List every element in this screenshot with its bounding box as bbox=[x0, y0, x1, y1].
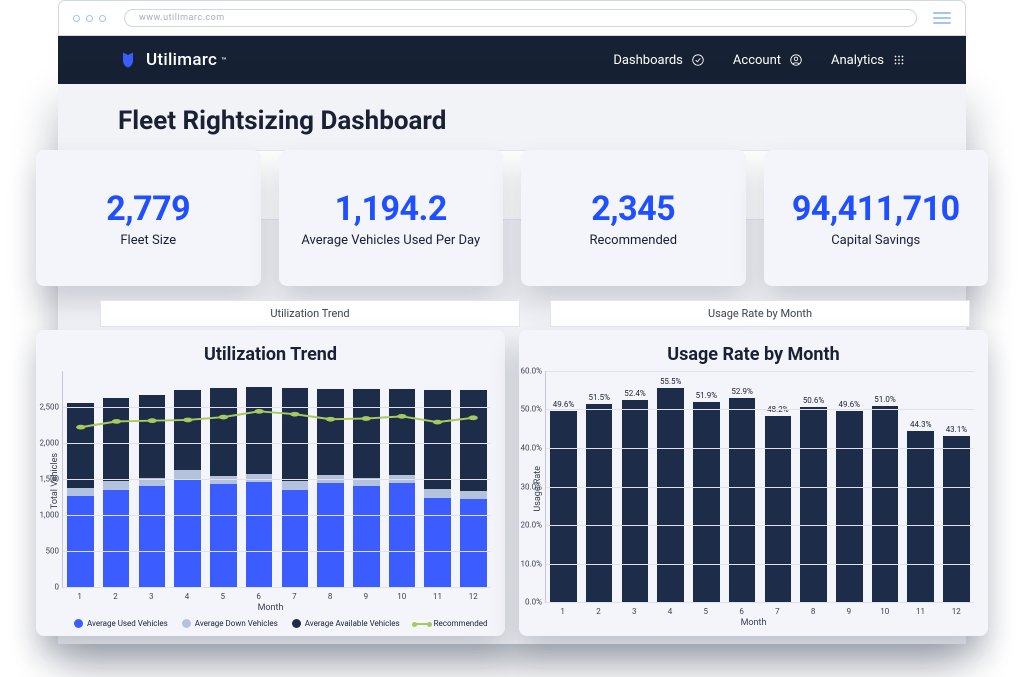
chart-plot: Total Vehicles 05001,0001,5002,0002,500 bbox=[50, 371, 491, 592]
chart-legend: Average Used Vehicles Average Down Vehic… bbox=[74, 619, 491, 628]
url-text: www.utilimarc.com bbox=[139, 13, 225, 23]
metric-label: Fleet Size bbox=[120, 233, 176, 248]
nav-account[interactable]: Account bbox=[733, 53, 803, 68]
metric-fleet-size: 2,779 Fleet Size bbox=[36, 150, 261, 286]
chart-grid: 05001,0001,5002,0002,500 bbox=[62, 371, 491, 588]
metric-value: 2,779 bbox=[106, 189, 190, 229]
metric-avg-vehicles: 1,194.2 Average Vehicles Used Per Day bbox=[279, 150, 504, 286]
brand-name: Utilimarc bbox=[146, 50, 217, 70]
charts-row: Utilization Trend Total Vehicles 05001,0… bbox=[36, 330, 988, 636]
metric-label: Recommended bbox=[589, 233, 677, 248]
top-nav: Dashboards Account Analytics bbox=[613, 53, 906, 68]
window-dots bbox=[73, 15, 106, 22]
check-circle-icon bbox=[691, 53, 705, 67]
user-circle-icon bbox=[789, 53, 803, 67]
app-header: Utilimarc ™ Dashboards Account Analytics bbox=[58, 36, 966, 84]
metric-value: 94,411,710 bbox=[792, 189, 960, 229]
nav-analytics[interactable]: Analytics bbox=[831, 53, 906, 68]
legend-item-recommended: Recommended bbox=[414, 619, 488, 628]
chart-strip-title-left: Utilization Trend bbox=[100, 300, 520, 327]
nav-dashboards[interactable]: Dashboards bbox=[613, 53, 705, 68]
legend-item-avail: Average Available Vehicles bbox=[292, 619, 400, 628]
x-axis-label: Month bbox=[533, 618, 974, 628]
legend-item-down: Average Down Vehicles bbox=[182, 619, 278, 628]
dot-icon bbox=[99, 15, 106, 22]
chart-usage-rate: Usage Rate by Month Usage Rate 0.0%10.0%… bbox=[519, 330, 988, 636]
chart-title: Usage Rate by Month bbox=[533, 344, 974, 365]
nav-label: Dashboards bbox=[613, 53, 683, 68]
chart-utilization-trend: Utilization Trend Total Vehicles 05001,0… bbox=[36, 330, 505, 636]
dot-icon bbox=[73, 15, 80, 22]
nav-label: Account bbox=[733, 53, 781, 68]
brand-logo[interactable]: Utilimarc ™ bbox=[118, 50, 227, 70]
hamburger-icon[interactable] bbox=[933, 12, 951, 24]
nav-label: Analytics bbox=[831, 53, 884, 68]
metric-value: 2,345 bbox=[591, 189, 675, 229]
chart-strip-title-right: Usage Rate by Month bbox=[550, 300, 970, 327]
x-axis: 123456789101112 bbox=[545, 607, 974, 616]
chart-plot: Usage Rate 0.0%10.0%20.0%30.0%40.0%50.0%… bbox=[533, 371, 974, 607]
metric-label: Capital Savings bbox=[831, 233, 920, 248]
browser-chrome: www.utilimarc.com bbox=[58, 0, 966, 36]
x-axis: 123456789101112 bbox=[62, 592, 491, 601]
metric-recommended: 2,345 Recommended bbox=[521, 150, 746, 286]
metric-value: 1,194.2 bbox=[335, 189, 447, 229]
metric-label: Average Vehicles Used Per Day bbox=[301, 233, 480, 248]
url-bar[interactable]: www.utilimarc.com bbox=[124, 9, 917, 27]
metrics-row: 2,779 Fleet Size 1,194.2 Average Vehicle… bbox=[36, 150, 988, 286]
brand-mark-icon bbox=[118, 50, 138, 70]
chart-grid: 0.0%10.0%20.0%30.0%40.0%50.0%60.0% 49.6%… bbox=[545, 371, 974, 603]
legend-item-used: Average Used Vehicles bbox=[74, 619, 168, 628]
chart-title: Utilization Trend bbox=[50, 344, 491, 365]
metric-capital-savings: 94,411,710 Capital Savings bbox=[764, 150, 989, 286]
page-title: Fleet Rightsizing Dashboard bbox=[58, 84, 966, 146]
grid-icon bbox=[892, 53, 906, 67]
dot-icon bbox=[86, 15, 93, 22]
x-axis-label: Month bbox=[50, 603, 491, 613]
